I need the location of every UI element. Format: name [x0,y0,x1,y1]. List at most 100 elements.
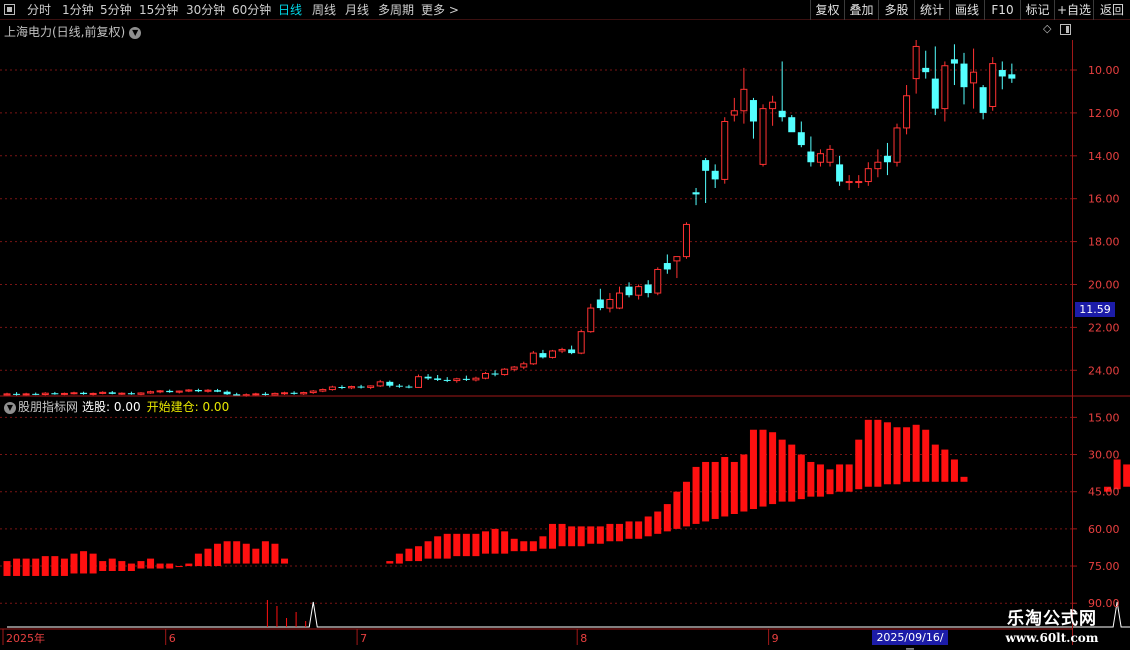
indicator-bar [635,521,643,539]
indicator-bar [836,464,844,492]
indicator-bar [252,548,260,564]
indicator-bar [548,523,556,549]
watermark-title: 乐淘公式网 [1007,609,1097,629]
indicator-bar [242,543,250,564]
candle-body [70,392,78,395]
candle-body [175,390,183,393]
indicator-bar [386,561,394,564]
indicator-bar [797,454,805,500]
indicator-bar [185,563,193,567]
candle-body [405,386,413,388]
indicator-bar [807,461,815,497]
candle-body [51,393,59,395]
indicator-bar [261,541,269,564]
candle-body [328,386,336,391]
indicator-bar [711,461,719,519]
indicator-bar [941,449,949,482]
candle-body [367,385,375,388]
indicator-bar [156,563,164,569]
candle-body [60,392,68,395]
indicator-bar [443,533,451,559]
candle-body [663,263,671,270]
indicator-bar [788,444,796,502]
candle-body [300,392,308,395]
candle-body [606,298,614,309]
indicator-bar [415,546,423,562]
indicator-bar [223,541,231,564]
candle-body [166,390,174,393]
indicator-bar [577,526,585,547]
candle-body [864,168,872,183]
indicator-bar [137,561,145,569]
indicator-bar [462,533,470,557]
candle-body [252,393,260,396]
indicator-bar [41,556,49,576]
candle-body [740,88,748,112]
indicator-bar [692,466,700,524]
indicator-bar [204,548,212,567]
chevron-down-icon[interactable]: ▼ [4,401,16,414]
candle-body [434,378,442,380]
indicator-bar [558,523,566,547]
candle-body [816,153,824,163]
candle-body [319,389,327,392]
candle-body [348,386,356,389]
indicator-bar [778,439,786,502]
candle-body [309,390,317,394]
candle-body [89,392,97,395]
indicator-bar [816,464,824,497]
candle-body [108,392,116,394]
indicator-bar [80,551,88,574]
indicator-bar [663,504,671,532]
candle-body [759,108,767,165]
watermark: 乐淘公式网 www.60lt.com [992,608,1112,648]
cursor-date-tag: 2025/09/16/二 [872,630,948,650]
candle-body [13,393,21,395]
candle-body [615,292,623,309]
indicator-bar [596,526,604,544]
indicator-bar [108,558,116,571]
candle-body [702,160,710,171]
candle-body [874,161,882,170]
candle-body [281,392,289,395]
candle-body [749,100,757,122]
indicator-bar [960,476,968,482]
candle-body [482,372,489,379]
candle-body [950,59,958,64]
candle-body [223,391,231,395]
indicator-title: ▼ 股朋指标网 选股: 0.00 开始建仓: 0.00 [4,398,229,415]
indicator-bar [395,553,403,564]
main-y-label: 24.00 [1088,364,1120,377]
main-y-label: 12.00 [1088,107,1120,120]
candle-body [682,223,690,258]
indicator-bar [644,516,652,537]
sub-y-label: 75.00 [1088,560,1120,573]
candle-body [453,378,461,382]
indicator-bar [13,558,21,576]
indicator-bar [769,432,777,505]
candle-body [903,95,911,129]
candle-body [491,373,499,375]
candle-body [893,127,901,163]
candle-body [338,386,346,388]
indicator-bar [22,558,30,576]
chart-canvas[interactable]: 24.00 22.00 20.00 18.00 16.00 14.00 12.00 10.00… [0,0,1130,650]
indicator-bar [147,558,155,569]
candle-body [194,389,202,392]
candle-body [998,70,1006,77]
candle-body [797,132,805,146]
select-stock-value: 选股: 0.00 [82,400,141,414]
candle-body [941,65,949,110]
indicator-bar [491,528,499,554]
candle-body [970,71,978,84]
open-position-value: 开始建仓: 0.00 [146,400,230,414]
indicator-bar [615,523,623,542]
indicator-bar [950,459,958,482]
candle-body [721,120,729,180]
candle-body [271,392,279,396]
indicator-bar [271,543,279,564]
indicator-bar [127,563,135,571]
candle-body [730,110,738,116]
indicator-bar [864,419,872,487]
indicator-bar [70,553,78,574]
